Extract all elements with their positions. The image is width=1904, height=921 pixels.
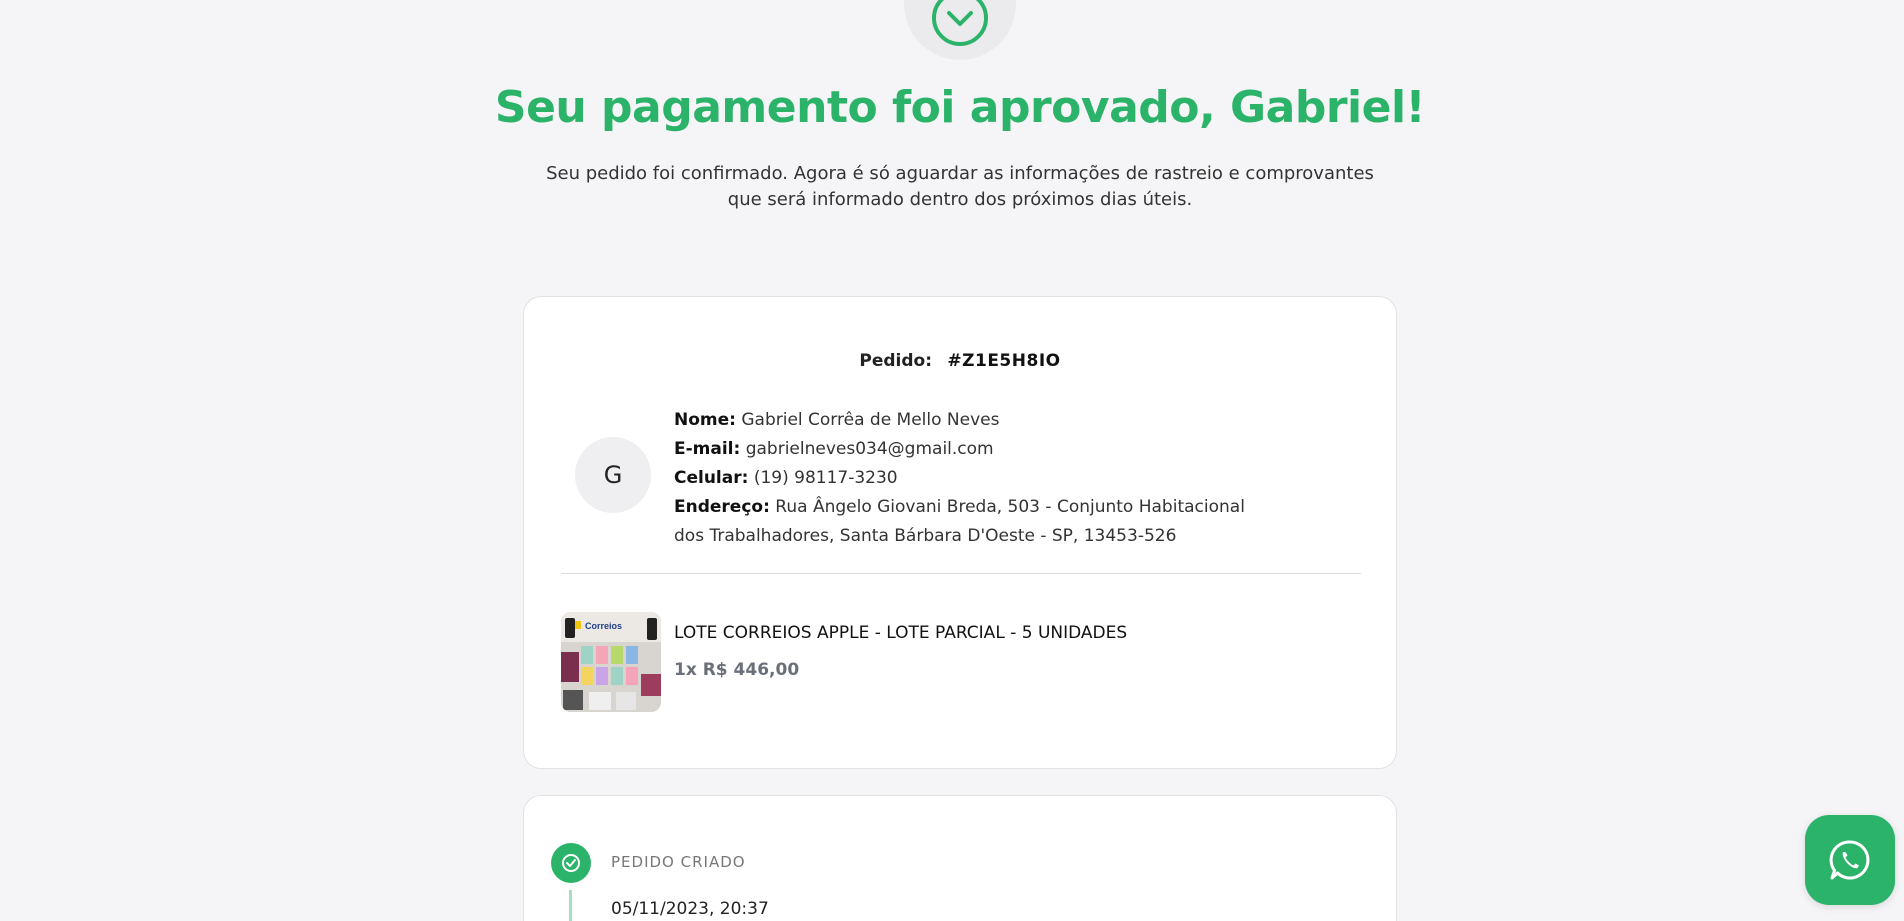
check-circle-icon — [562, 854, 580, 872]
timeline-date: 05/11/2023, 20:37 — [611, 899, 769, 919]
customer-name-row: Nome: Gabriel Corrêa de Mello Neves — [674, 406, 1274, 435]
timeline-status: PEDIDO CRIADO — [611, 853, 746, 871]
timeline-connector — [569, 890, 572, 921]
timeline-card: PEDIDO CRIADO 05/11/2023, 20:37 — [523, 795, 1397, 921]
customer-phone-row: Celular: (19) 98117-3230 — [674, 464, 1274, 493]
timeline-step-dot — [551, 843, 591, 883]
customer-address-row: Endereço: Rua Ângelo Giovani Breda, 503 … — [674, 493, 1274, 551]
customer-phone: (19) 98117-3230 — [753, 468, 898, 488]
whatsapp-button[interactable] — [1805, 815, 1895, 905]
product-price: 1x R$ 446,00 — [674, 660, 800, 680]
customer-email: gabrielneves034@gmail.com — [745, 439, 994, 459]
order-id: Pedido: #Z1E5H8IO — [524, 351, 1396, 371]
check-circle-icon — [932, 0, 988, 46]
page: Seu pagamento foi aprovado, Gabriel! Seu… — [0, 0, 1904, 921]
customer-email-label: E-mail: — [674, 439, 741, 459]
divider — [561, 573, 1361, 574]
confirmation-message: Seu pedido foi confirmado. Agora é só ag… — [546, 163, 1374, 210]
page-title: Seu pagamento foi aprovado, Gabriel! — [494, 82, 1426, 133]
customer-name-label: Nome: — [674, 410, 736, 430]
customer-info: Nome: Gabriel Corrêa de Mello Neves E-ma… — [674, 406, 1274, 551]
product-logo-text: Correios — [585, 621, 622, 631]
order-id-label: Pedido: — [859, 351, 933, 371]
product-image: Correios — [561, 612, 661, 712]
customer-address-label: Endereço: — [674, 497, 770, 517]
avatar: G — [575, 437, 651, 513]
success-badge — [904, 0, 1016, 60]
order-id-value[interactable]: #Z1E5H8IO — [947, 351, 1060, 371]
customer-email-row: E-mail: gabrielneves034@gmail.com — [674, 435, 1274, 464]
order-card: Pedido: #Z1E5H8IO G Nome: Gabriel Corrêa… — [523, 296, 1397, 769]
whatsapp-icon — [1829, 840, 1870, 880]
customer-name: Gabriel Corrêa de Mello Neves — [741, 410, 1000, 430]
customer-phone-label: Celular: — [674, 468, 749, 488]
product-name: LOTE CORREIOS APPLE - LOTE PARCIAL - 5 U… — [674, 623, 1128, 643]
